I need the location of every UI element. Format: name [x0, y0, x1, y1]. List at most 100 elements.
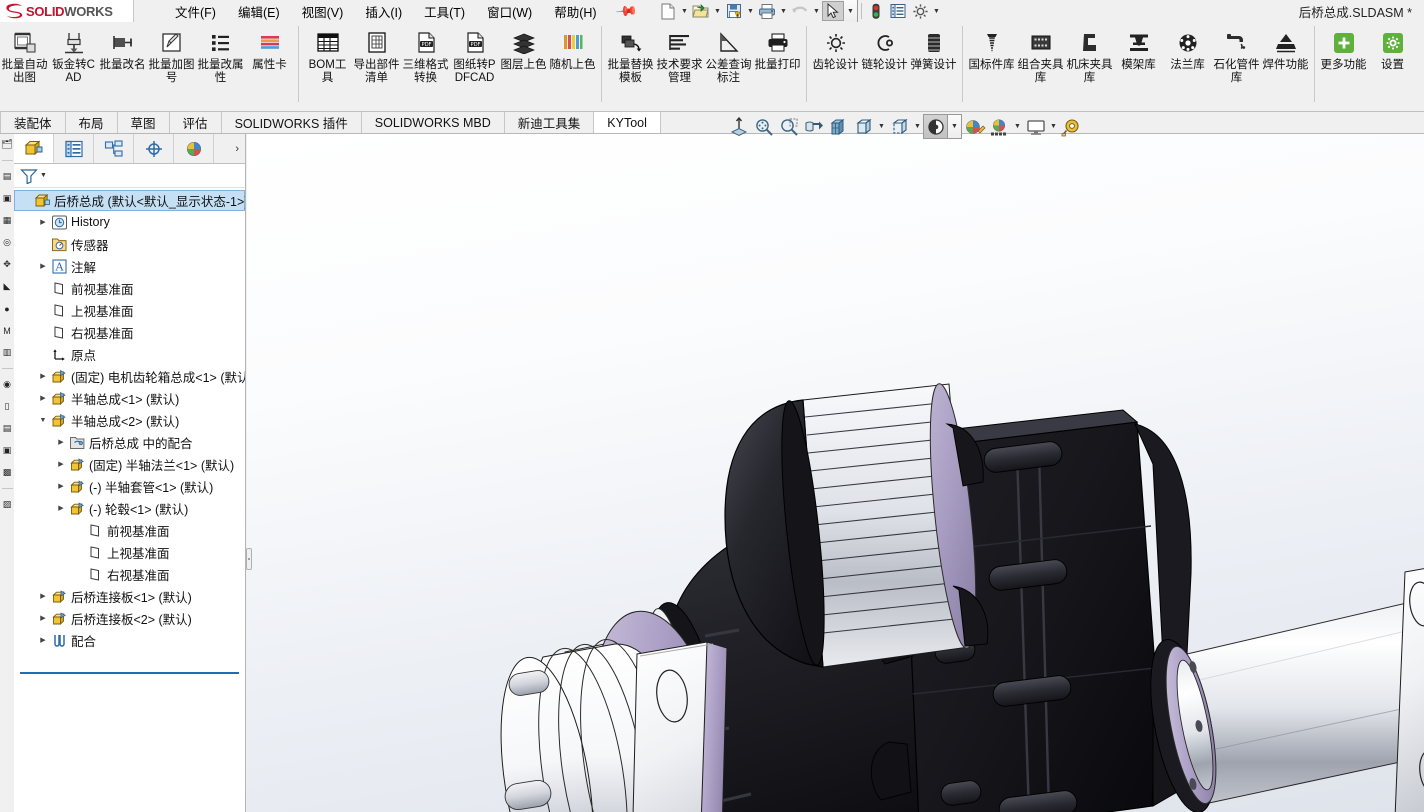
tab-evaluate[interactable]: 评估 [169, 112, 222, 133]
view-settings-dropdown[interactable]: ▼ [948, 114, 962, 139]
weldment-function[interactable]: 焊件功能 [1261, 22, 1310, 108]
filter-dropdown-arrow[interactable]: ▼ [40, 172, 47, 179]
export-part-list[interactable]: 导出部件清单 [352, 22, 401, 108]
options-button[interactable] [909, 1, 931, 21]
menu-window[interactable]: 窗口(W) [476, 0, 543, 23]
section-view-button[interactable] [801, 114, 826, 139]
filter-input[interactable]: ▼ [14, 164, 245, 188]
new-document-button[interactable] [657, 1, 679, 21]
view-orientation-button[interactable] [826, 114, 851, 139]
random-coloring[interactable]: 随机上色 [548, 22, 597, 108]
tolerance-query-annotate[interactable]: 公差查询标注 [704, 22, 753, 108]
layer-coloring[interactable]: 图层上色 [499, 22, 548, 108]
panel-splitter-handle[interactable] [246, 548, 252, 570]
new-document-dropdown[interactable]: ▼ [679, 1, 690, 21]
undo-dropdown[interactable]: ▼ [811, 1, 822, 21]
tree-item-front-plane[interactable]: 前视基准面 [14, 277, 245, 299]
edge-mbd-icon[interactable]: M [1, 324, 14, 337]
sheetmetal-to-cad[interactable]: 钣金转CAD [49, 22, 98, 108]
tree-item-top-plane[interactable]: 上视基准面 [14, 299, 245, 321]
format-convert-3d[interactable]: PDF 三维格式转换 [401, 22, 450, 108]
chevron-right-icon[interactable]: ▶ [36, 211, 50, 233]
pushpin-icon[interactable]: 📌 [614, 0, 639, 23]
tree-item-mates-in-assembly[interactable]: ▶ 后桥总成 中的配合 [14, 431, 245, 453]
tree-item-history[interactable]: ▶ History [14, 211, 245, 233]
property-card[interactable]: 属性卡 [245, 22, 294, 108]
tab-property-manager[interactable] [54, 134, 94, 163]
tree-item-axle-plate-2[interactable]: ▶ 后桥连接板<2> (默认) [14, 607, 245, 629]
menu-edit[interactable]: 编辑(E) [227, 0, 291, 23]
tree-item-origin[interactable]: 原点 [14, 343, 245, 365]
spring-design[interactable]: 弹簧设计 [909, 22, 958, 108]
sprocket-design[interactable]: 链轮设计 [860, 22, 909, 108]
chevron-right-icon[interactable]: ▶ [54, 453, 68, 475]
tab-dimxpert-manager[interactable] [134, 134, 174, 163]
gear-design[interactable]: 齿轮设计 [811, 22, 860, 108]
rebuild-button[interactable] [865, 1, 887, 21]
undo-button[interactable] [789, 1, 811, 21]
edge-exploded-view-icon[interactable]: ◣ [1, 280, 14, 293]
tab-sketch[interactable]: 草图 [117, 112, 170, 133]
batch-print[interactable]: 批量打印 [753, 22, 802, 108]
select-dropdown[interactable]: ▼ [844, 0, 859, 24]
tree-item-front-plane-sub[interactable]: 前视基准面 [14, 519, 245, 541]
edge-clipboard-icon[interactable]: ▤ [1, 422, 14, 435]
chevron-down-icon[interactable]: ▼ [36, 409, 50, 431]
drawing-to-pdf-cad[interactable]: PDF 图纸转PDFCAD [450, 22, 499, 108]
batch-replace-template[interactable]: 批量替换模板 [606, 22, 655, 108]
tab-kytool[interactable]: KYTool [594, 112, 661, 133]
tree-item-top-plane-sub[interactable]: 上视基准面 [14, 541, 245, 563]
hide-show-items-button[interactable] [887, 114, 912, 139]
modular-fixture-library[interactable]: 组合夹具库 [1016, 22, 1065, 108]
edge-smart-fastener-icon[interactable]: ◎ [1, 236, 14, 249]
zoom-to-area-button[interactable] [751, 114, 776, 139]
scene-dropdown[interactable]: ▼ [1012, 114, 1023, 139]
mold-base-library[interactable]: 模架库 [1114, 22, 1163, 108]
display-dropdown[interactable]: ▼ [1048, 114, 1059, 139]
edge-sensor-icon[interactable]: ◉ [1, 378, 14, 391]
open-document-dropdown[interactable]: ▼ [712, 1, 723, 21]
chevron-right-icon[interactable]: ▶ [36, 607, 50, 629]
tree-item-sensors[interactable]: 传感器 [14, 233, 245, 255]
edge-color-icon[interactable]: ▩ [1, 466, 14, 479]
feature-manager-more-tabs[interactable]: › [214, 134, 245, 163]
edge-insert-component-icon[interactable]: ▤ [1, 170, 14, 183]
tab-sw-addins[interactable]: SOLIDWORKS 插件 [221, 112, 362, 133]
tab-feature-tree[interactable] [14, 134, 54, 163]
menu-file[interactable]: 文件(F) [164, 0, 227, 23]
flange-library[interactable]: 法兰库 [1163, 22, 1212, 108]
technical-requirement-manager[interactable]: 技术要求管理 [655, 22, 704, 108]
tree-item-annotations[interactable]: ▶ A 注解 [14, 255, 245, 277]
print-button[interactable] [756, 1, 778, 21]
about[interactable]: 关于 [1417, 22, 1424, 108]
select-button[interactable] [822, 1, 845, 21]
previous-view-button[interactable] [776, 114, 801, 139]
menu-tools[interactable]: 工具(T) [413, 0, 476, 23]
tab-configuration-manager[interactable] [94, 134, 134, 163]
scene-button[interactable] [987, 114, 1012, 139]
view-settings-button[interactable] [923, 114, 948, 139]
tab-xindi-tools[interactable]: 新迪工具集 [504, 112, 595, 133]
tree-item-halfshaft-assembly-2[interactable]: ▼ 半轴总成<2> (默认) [14, 409, 245, 431]
chevron-right-icon[interactable]: ▶ [36, 255, 50, 277]
edge-bom-icon[interactable]: ▥ [1, 346, 14, 359]
chevron-right-icon[interactable]: ▶ [36, 629, 50, 651]
settings[interactable]: 设置 [1368, 22, 1417, 108]
chevron-right-icon[interactable]: ▶ [54, 497, 68, 519]
tree-rollback-bar[interactable] [20, 672, 239, 674]
menu-help[interactable]: 帮助(H) [543, 0, 607, 23]
tree-item-wheel-hub[interactable]: ▶ (-) 轮毂<1> (默认) [14, 497, 245, 519]
edge-document-icon[interactable]: ▯ [1, 400, 14, 413]
edge-move-component-icon[interactable]: ✥ [1, 258, 14, 271]
chevron-right-icon[interactable]: ▶ [54, 431, 68, 453]
open-document-button[interactable] [690, 1, 712, 21]
edge-mate-icon[interactable]: ▣ [1, 192, 14, 205]
more-functions[interactable]: 更多功能 [1319, 22, 1368, 108]
tree-item-assembly-root[interactable]: 后桥总成 (默认<默认_显示状态-1>) [14, 190, 245, 211]
edge-assembly-icon[interactable]: 🗂 [1, 138, 14, 151]
batch-edit-property[interactable]: 批量改属性 [196, 22, 245, 108]
save-document-dropdown[interactable]: ▼ [745, 1, 756, 21]
tab-assembly[interactable]: 装配体 [0, 112, 66, 133]
tab-layout[interactable]: 布局 [65, 112, 118, 133]
edge-library-icon[interactable]: ▨ [1, 498, 14, 511]
